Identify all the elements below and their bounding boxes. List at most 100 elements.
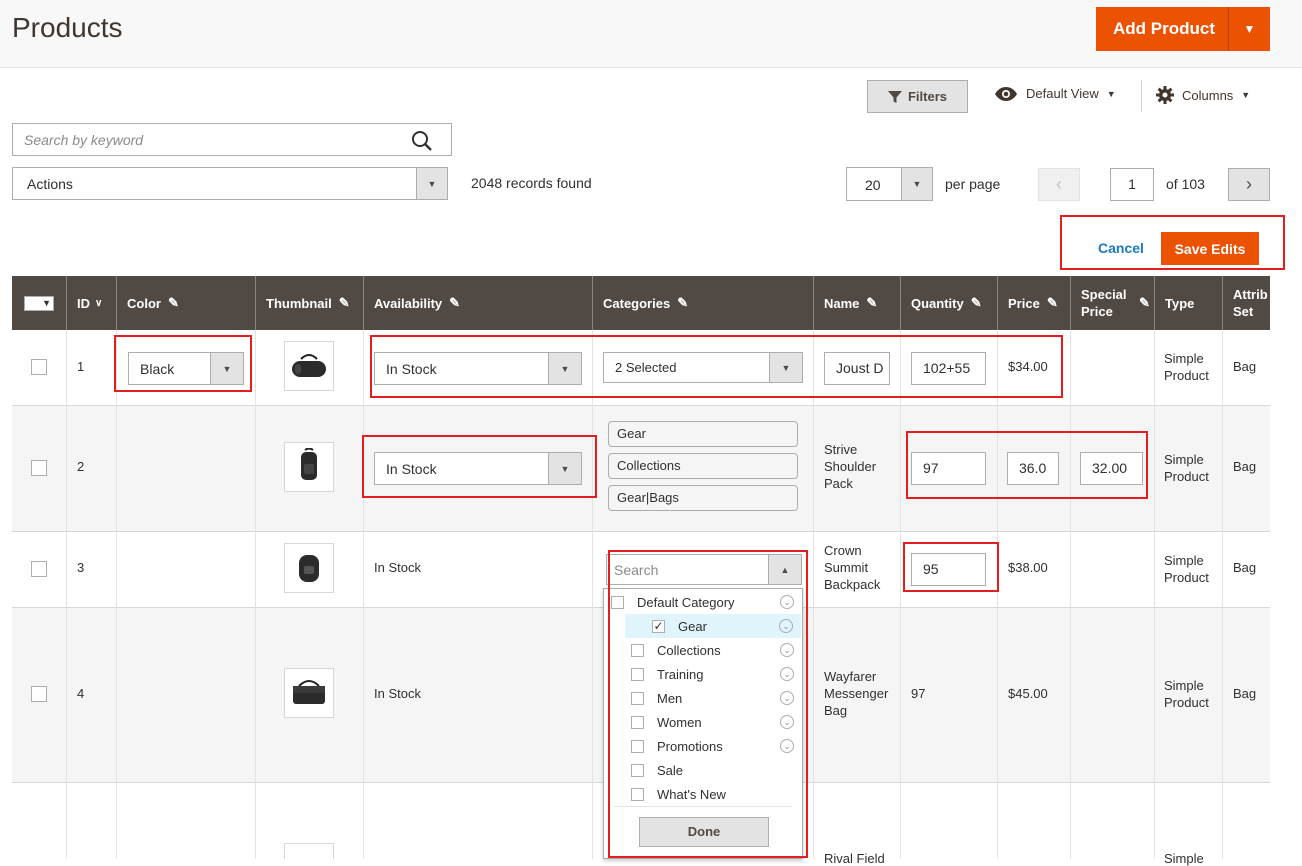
actions-select[interactable]: Actions ▼	[12, 167, 448, 200]
type-value: Simple Product	[1164, 553, 1209, 585]
column-divider	[116, 330, 117, 859]
column-header-id[interactable]: ID ∨	[66, 276, 116, 330]
column-divider	[1222, 330, 1223, 859]
column-divider	[363, 330, 364, 859]
column-header-color[interactable]: Color ✎	[116, 276, 255, 330]
product-name: Wayfarer Messenger Bag	[824, 669, 889, 718]
columns-label: Columns	[1182, 87, 1234, 103]
per-page-select[interactable]: 20 ▼	[846, 167, 933, 201]
chevron-down-icon: ▼	[1106, 88, 1116, 99]
highlight-box	[362, 435, 597, 498]
row-checkbox[interactable]	[31, 561, 47, 577]
save-edits-button[interactable]: Save Edits	[1161, 232, 1259, 265]
next-page-button[interactable]: ›	[1228, 168, 1270, 201]
column-divider	[1070, 330, 1071, 859]
default-view-label: Default View	[1026, 86, 1099, 101]
backpack-icon	[299, 555, 319, 582]
column-header-categories[interactable]: Categories ✎	[592, 276, 813, 330]
column-label: Categories	[603, 295, 671, 311]
chevron-right-icon: ›	[1246, 174, 1252, 194]
column-label: Thumbnail	[266, 295, 332, 311]
row-checkbox[interactable]	[31, 359, 47, 375]
pencil-icon: ✎	[1139, 295, 1150, 310]
add-product-label[interactable]: Add Product	[1096, 19, 1228, 39]
chevron-left-icon: ‹	[1056, 174, 1062, 194]
product-thumbnail[interactable]	[284, 341, 334, 391]
attribute-set-value: Bag	[1233, 560, 1257, 575]
search-input[interactable]	[13, 124, 393, 155]
messenger-bag-icon	[293, 680, 325, 704]
page-title: Products	[12, 12, 123, 43]
availability-value: In Stock	[374, 560, 421, 575]
attribute-set-value: Bag	[1233, 359, 1257, 374]
filters-button[interactable]: Filters	[867, 80, 968, 113]
column-header-name[interactable]: Name ✎	[813, 276, 900, 330]
type-value: Simple Product	[1164, 351, 1209, 383]
column-header-availability[interactable]: Availability ✎	[363, 276, 592, 330]
row-checkbox[interactable]	[31, 686, 47, 702]
cancel-button[interactable]: Cancel	[1098, 240, 1144, 256]
column-header-thumbnail[interactable]: Thumbnail ✎	[255, 276, 363, 330]
pencil-icon: ✎	[167, 295, 179, 310]
filters-label: Filters	[907, 89, 947, 104]
columns-dropdown[interactable]: Columns ▼	[1156, 86, 1250, 104]
search-icon[interactable]	[411, 130, 433, 152]
product-name: Strive Shoulder Pack	[824, 442, 877, 491]
records-count: 2048 records found	[471, 175, 592, 191]
type-value: Simple Product	[1164, 452, 1209, 484]
page-number-input[interactable]: 1	[1110, 168, 1154, 201]
attribute-set-value: Bag	[1233, 686, 1257, 701]
pencil-icon: ✎	[338, 295, 350, 310]
column-header-price[interactable]: Price ✎	[997, 276, 1070, 330]
attribute-set-value: Bag	[1233, 459, 1257, 474]
default-view-dropdown[interactable]: Default View ▼	[994, 86, 1116, 101]
column-divider	[66, 330, 67, 859]
category-tag[interactable]: Collections	[608, 453, 798, 479]
column-header-quantity[interactable]: Quantity ✎	[900, 276, 997, 330]
column-label: Quantity	[911, 295, 964, 311]
availability-value: In Stock	[374, 686, 421, 701]
chevron-down-icon[interactable]: ▼	[901, 168, 932, 200]
highlight-box	[903, 542, 999, 592]
column-header-special-price[interactable]: Special Price ✎	[1070, 276, 1154, 330]
category-tag[interactable]: Gear|Bags	[608, 485, 798, 511]
category-tag[interactable]: Gear	[608, 421, 798, 447]
column-header-type[interactable]: Type	[1154, 276, 1222, 330]
chevron-down-icon[interactable]: ▼	[1229, 22, 1270, 36]
column-label: Special Price	[1081, 287, 1127, 319]
sort-chevron-icon: ∨	[95, 297, 103, 309]
product-thumbnail[interactable]	[284, 843, 334, 859]
quantity-value: 97	[911, 686, 926, 701]
duffle-bag-icon	[292, 354, 326, 377]
product-thumbnail[interactable]	[284, 543, 334, 593]
row-id: 4	[77, 686, 85, 701]
keyword-search[interactable]	[12, 123, 452, 156]
toolbar-divider	[1141, 80, 1142, 112]
filter-icon	[887, 90, 902, 103]
highlight-box	[114, 335, 252, 392]
column-divider	[592, 330, 593, 859]
type-value: Simple Product	[1164, 678, 1209, 710]
product-thumbnail[interactable]	[284, 442, 334, 492]
column-header-attribute-set[interactable]: Attrib Set	[1222, 276, 1270, 330]
add-product-button[interactable]: Add Product ▼	[1096, 7, 1270, 51]
pencil-icon: ✎	[970, 295, 982, 310]
highlight-box	[608, 550, 808, 858]
pencil-icon: ✎	[1046, 295, 1058, 310]
column-divider	[1154, 330, 1155, 859]
product-thumbnail[interactable]	[284, 668, 334, 718]
select-all-checkbox[interactable]: ▼	[24, 295, 54, 311]
pencil-icon: ✎	[677, 295, 689, 310]
previous-page-button[interactable]: ‹	[1038, 168, 1080, 201]
row-checkbox[interactable]	[31, 460, 47, 476]
select-all-column[interactable]: ▼	[12, 276, 66, 330]
row-id: 2	[77, 459, 85, 474]
column-label: Availability	[374, 295, 443, 311]
highlight-box	[370, 335, 1063, 398]
column-divider	[900, 330, 901, 859]
gear-icon	[1156, 86, 1174, 104]
column-label: ID	[77, 295, 90, 311]
highlight-box	[906, 431, 1148, 499]
chevron-down-icon[interactable]: ▼	[416, 168, 447, 199]
product-name: Crown Summit Backpack	[824, 543, 881, 592]
